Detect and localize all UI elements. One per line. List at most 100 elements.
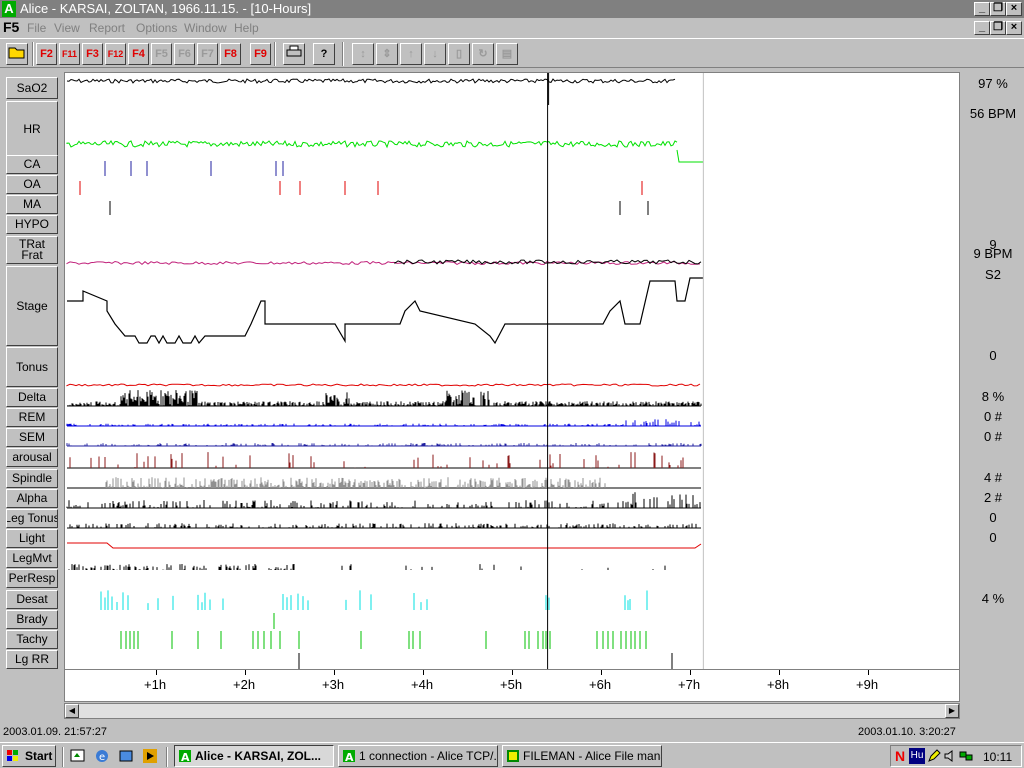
fileman-icon (507, 750, 519, 762)
fkey-f11-button[interactable]: F11 (59, 43, 80, 65)
internet-explorer-icon[interactable]: e (94, 748, 110, 764)
fkey-f7-button[interactable]: F7 (197, 43, 218, 65)
value-light: 0 (989, 530, 997, 545)
channel-label-brady[interactable]: Brady (6, 610, 58, 629)
quick-launch-desktop-icon[interactable] (70, 748, 86, 764)
channel-label-hypo[interactable]: HYPO (6, 215, 58, 234)
media-player-icon[interactable] (142, 748, 158, 764)
channel-label-leg-tonus[interactable]: Leg Tonus (6, 509, 58, 528)
fkey-f9-button[interactable]: F9 (250, 43, 271, 65)
start-label: Start (25, 749, 53, 763)
menu-report[interactable]: Report (89, 21, 125, 35)
value-sem: 0 # (983, 429, 1003, 444)
channel-label-sao2[interactable]: SaO2 (6, 77, 58, 99)
doc-minimize-button[interactable]: _ (974, 21, 990, 35)
taskbar-button[interactable]: FILEMAN - Alice File mana... (502, 745, 662, 767)
doc-restore-button[interactable]: ❐ (990, 21, 1006, 35)
fkey-f5-button[interactable]: F5 (151, 43, 172, 65)
windows-logo-icon (7, 750, 18, 761)
channel-label-alpha[interactable]: Alpha (6, 489, 58, 508)
restore-button[interactable]: ❐ (990, 2, 1006, 16)
channel-label-legmvt[interactable]: LegMvt (6, 549, 58, 568)
clock: 10:11 (983, 750, 1013, 764)
arrow-up-icon[interactable]: ↑ (400, 43, 422, 65)
menu-file[interactable]: File (27, 21, 46, 35)
compress-vertical-icon[interactable]: ⇕ (376, 43, 398, 65)
signal-plot-area[interactable] (64, 72, 960, 670)
expand-vertical-icon[interactable]: ↕ (352, 43, 374, 65)
channel-label-ca[interactable]: CA (6, 155, 58, 174)
time-tick-label: +8h (767, 677, 790, 692)
alice-app-icon[interactable]: A (2, 1, 16, 17)
fkey-f8-button[interactable]: F8 (220, 43, 241, 65)
channel-label-light[interactable]: Light (6, 529, 58, 548)
taskbar-button[interactable]: A 1 connection - Alice TCP/... (338, 745, 498, 767)
tray-pencil-icon[interactable] (927, 749, 941, 763)
task-label: FILEMAN - Alice File mana... (523, 749, 662, 763)
fkey-f4-button[interactable]: F4 (128, 43, 149, 65)
horizontal-scrollbar[interactable]: ◀ ▶ (64, 703, 960, 719)
menu-options[interactable]: Options (136, 21, 177, 35)
channel-label-sem[interactable]: SEM (6, 428, 58, 447)
arrow-down-icon[interactable]: ↓ (424, 43, 446, 65)
printer-icon (286, 45, 302, 57)
value-frat: 9 BPM (973, 246, 1013, 261)
time-tick-mark (601, 670, 602, 675)
fkey-f6-button[interactable]: F6 (174, 43, 195, 65)
network-icon[interactable] (959, 749, 973, 763)
channel-label-tonus[interactable]: Tonus (6, 347, 58, 387)
channel-label-spindle[interactable]: Spindle (6, 469, 58, 488)
channel-label-desat[interactable]: Desat (6, 590, 58, 609)
scroll-right-icon[interactable]: ▶ (945, 704, 959, 718)
outlook-express-icon[interactable] (118, 748, 134, 764)
menu-view[interactable]: View (54, 21, 80, 35)
print-button[interactable] (283, 43, 305, 65)
menu-window[interactable]: Window (184, 21, 227, 35)
taskbar-button[interactable]: A Alice - KARSAI, ZOL... (174, 745, 334, 767)
channel-label-delta[interactable]: Delta (6, 388, 58, 407)
hr-trace-tail (676, 149, 703, 163)
start-button[interactable]: Start (2, 745, 56, 767)
alice-icon: A (343, 750, 355, 763)
menu-help[interactable]: Help (234, 21, 259, 35)
open-folder-button[interactable] (6, 43, 28, 65)
minimize-button[interactable]: _ (974, 2, 990, 16)
scroll-left-icon[interactable]: ◀ (65, 704, 79, 718)
fkey-f3-button[interactable]: F3 (82, 43, 103, 65)
toolbar: ? ↕ ⇕ ↑ ↓ ▯ ↻ ▤ F2 F11 F3 F12 F4 F5 F6 F7 F8 F9 (0, 38, 1024, 68)
channel-label-ma[interactable]: MA (6, 195, 58, 214)
channel-label-tachy[interactable]: Tachy (6, 630, 58, 649)
doc-close-button[interactable]: × (1006, 21, 1022, 35)
channel-label-lg-rr[interactable]: Lg RR (6, 650, 58, 669)
channel-label-hr[interactable]: HR (6, 101, 58, 157)
channel-label-oa[interactable]: OA (6, 175, 58, 194)
montage-icon[interactable]: ▤ (496, 43, 518, 65)
columns-icon[interactable]: ▯ (448, 43, 470, 65)
time-tick-mark (156, 670, 157, 675)
current-values-panel: 97 % 56 BPM 9 9 BPM S2 0 8 % 0 #0 #4 #2 #0 0 4 % (962, 72, 1022, 702)
alice-icon: A (179, 750, 191, 763)
fkey-f2-button[interactable]: F2 (36, 43, 57, 65)
time-tick-mark (423, 670, 424, 675)
norton-icon[interactable]: N (895, 748, 907, 764)
channel-label-rem[interactable]: REM (6, 408, 58, 427)
channel-label-trat-frat[interactable]: TRat Frat (6, 236, 58, 264)
channel-label-perresp[interactable]: PerResp (6, 569, 58, 588)
value-alpha: 2 # (983, 490, 1003, 505)
language-indicator[interactable]: Hu (909, 748, 925, 764)
channel-label-arousal[interactable]: arousal (6, 448, 58, 467)
close-button[interactable]: × (1006, 2, 1022, 16)
fkey-f12-button[interactable]: F12 (105, 43, 126, 65)
help-button[interactable]: ? (313, 43, 335, 65)
refresh-icon[interactable]: ↻ (472, 43, 494, 65)
legmvt-trace-sparse (341, 564, 666, 570)
menu-bar: F5 File View Report Options Window Help … (0, 18, 1024, 37)
time-tick-label: +7h (678, 677, 701, 692)
recording-start-time: 2003.01.09. 21:57:27 (3, 726, 107, 738)
svg-text:A: A (181, 751, 190, 763)
task-label: Alice - KARSAI, ZOL... (195, 749, 322, 763)
volume-icon[interactable] (943, 749, 957, 763)
channel-label-stage[interactable]: Stage (6, 266, 58, 346)
light-trace (67, 542, 702, 549)
svg-text:e: e (99, 752, 105, 763)
